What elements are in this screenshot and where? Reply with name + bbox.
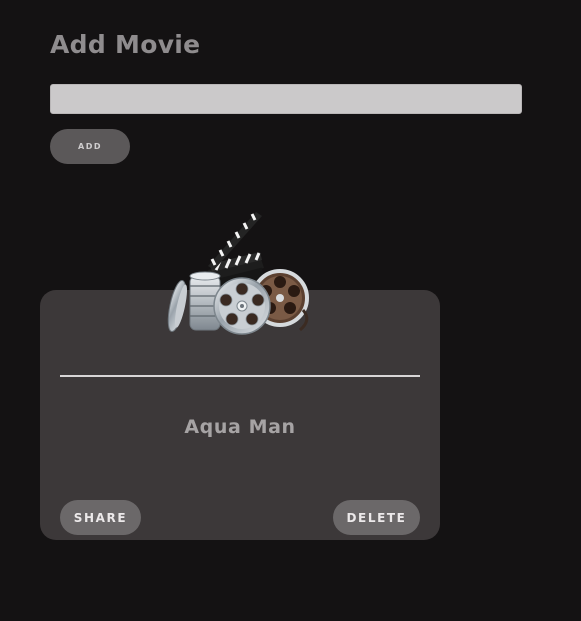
share-button[interactable]: SHARE	[60, 500, 141, 535]
card-divider	[60, 375, 420, 377]
film-reels-clapperboard-icon	[167, 212, 309, 335]
page: Add Movie ADD Aqua Man SHARE DELETE	[0, 0, 581, 621]
movie-title: Aqua Man	[184, 416, 296, 438]
delete-button[interactable]: DELETE	[333, 500, 420, 535]
movie-title-input[interactable]	[50, 84, 522, 114]
page-title: Add Movie	[50, 30, 201, 59]
add-button[interactable]: ADD	[50, 129, 130, 164]
